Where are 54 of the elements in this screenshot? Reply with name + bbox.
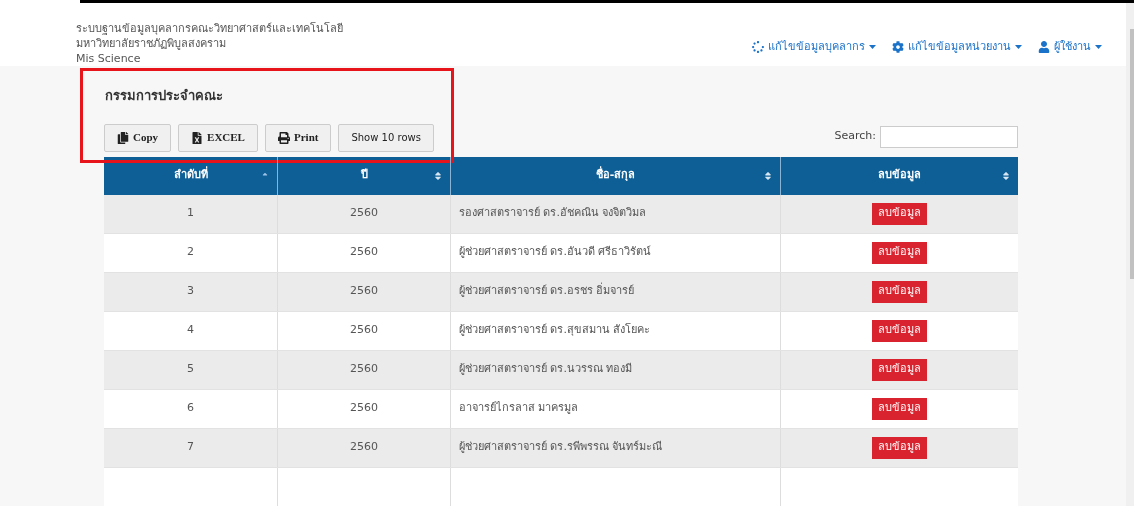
search-field[interactable]	[880, 125, 1018, 148]
delete-button[interactable]: ลบข้อมูล	[872, 358, 927, 381]
printer-icon	[277, 131, 290, 144]
table-cell: 2560	[350, 205, 378, 222]
table-cell: รองศาสตราจารย์ ดร.อัชคณิน จงจิตวิมล	[459, 205, 647, 222]
column-header[interactable]: ชื่อ-สกุล	[451, 156, 781, 195]
table-cell: 2560	[350, 439, 378, 456]
table-cell: ผู้ช่วยศาสตราจารย์ ดร.นวรรณ ทองมี	[459, 361, 633, 378]
table-cell: 2560	[350, 283, 378, 300]
section-title: กรรมการประจำคณะ	[104, 87, 224, 105]
table-cell: 2560	[350, 322, 378, 339]
caret-icon	[1095, 45, 1102, 50]
delete-button[interactable]: ลบข้อมูล	[872, 241, 927, 264]
gear-icon	[892, 41, 904, 54]
column-header[interactable]: ลำดับที่	[104, 156, 278, 195]
delete-button[interactable]: ลบข้อมูล	[872, 280, 927, 303]
table-cell: 2	[187, 244, 194, 261]
table-cell: ผู้ช่วยศาสตราจารย์ ดร.อรชร อิ่มจารย์	[459, 283, 635, 300]
table-cell: 7	[187, 439, 194, 456]
delete-button[interactable]: ลบข้อมูล	[872, 319, 927, 342]
document-icon	[191, 131, 204, 144]
caret-icon	[869, 45, 876, 50]
table-cell: 2560	[350, 361, 378, 378]
site-title: ระบบฐานข้อมูลบุคลากรคณะวิทยาศาสตร์และเทคโนโลยี	[76, 21, 343, 36]
table-cell: 2560	[350, 244, 378, 261]
toolbar-button[interactable]: Copy	[104, 123, 172, 152]
nav-menu[interactable]: แก้ไขข้อมูลบุคลากร	[752, 39, 876, 56]
site-title: มหาวิทยาลัยราชภัฏพิบูลสงคราม	[76, 36, 227, 51]
site-title: Mis Science	[76, 51, 142, 66]
delete-button[interactable]: ลบข้อมูล	[872, 202, 927, 225]
toolbar-button[interactable]: Print	[264, 123, 332, 152]
column-header[interactable]: ปี	[278, 156, 451, 195]
delete-button[interactable]: ลบข้อมูล	[872, 397, 927, 420]
toolbar-button[interactable]: Show 10 rows	[338, 123, 434, 152]
table-cell: 5	[187, 361, 194, 378]
table-cell: ผู้ช่วยศาสตราจารย์ ดร.อันวดี ศรีธาวิรัตน์	[459, 244, 652, 261]
table-cell: 6	[187, 400, 194, 417]
table-cell: อาจารย์ไกรลาส มาครมูล	[459, 400, 579, 417]
column-header[interactable]: ลบข้อมูล	[781, 156, 1018, 195]
table-cell: ผู้ช่วยศาสตราจารย์ ดร.รพีพรรณ จันทร์มะณี	[459, 439, 663, 456]
delete-button[interactable]: ลบข้อมูล	[872, 436, 927, 459]
spinner-icon	[752, 41, 764, 54]
table-cell: ผู้ช่วยศาสตราจารย์ ดร.สุขสมาน สังโยคะ	[459, 322, 651, 339]
nav-menu[interactable]: แก้ไขข้อมูลหน่วยงาน	[892, 39, 1022, 56]
table-cell: 2560	[350, 400, 378, 417]
table-cell: 3	[187, 283, 194, 300]
user-icon	[1038, 41, 1050, 54]
search-label: Search:	[834, 128, 876, 145]
table-cell: 1	[187, 205, 194, 222]
caret-icon	[1015, 45, 1022, 50]
nav-menu[interactable]: ผู้ใช้งาน	[1038, 39, 1102, 56]
table-cell: 4	[187, 322, 194, 339]
toolbar-button[interactable]: EXCEL	[178, 123, 258, 152]
copy-icon	[117, 131, 129, 144]
